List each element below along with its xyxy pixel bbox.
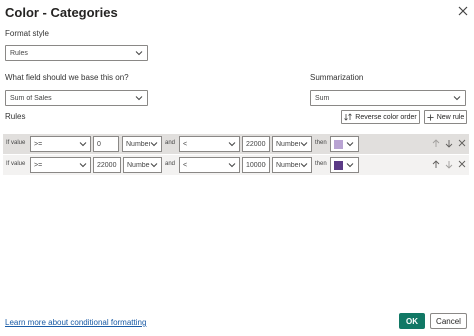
- operator-value: <: [183, 161, 188, 169]
- and-label: and: [165, 140, 176, 146]
- and-label: and: [165, 161, 176, 167]
- operator-value: <: [183, 140, 188, 148]
- plus-icon: [427, 113, 434, 121]
- chevron-down-icon: [150, 142, 158, 147]
- chevron-down-icon: [79, 163, 87, 168]
- operator-select[interactable]: >=: [30, 157, 91, 173]
- chevron-down-icon: [346, 142, 354, 147]
- cancel-button[interactable]: Cancel: [430, 313, 467, 329]
- ok-button[interactable]: OK: [399, 313, 425, 329]
- min-value: 22000: [97, 161, 117, 169]
- chevron-down-icon: [135, 96, 143, 101]
- chevron-down-icon: [135, 51, 143, 56]
- rules-label: Rules: [5, 112, 26, 121]
- if-value-label: If value: [6, 140, 26, 146]
- color-picker[interactable]: [330, 136, 359, 152]
- min-value: 0: [97, 140, 101, 148]
- summarization-value: Sum: [315, 94, 330, 102]
- min-value-input[interactable]: 0: [93, 136, 119, 152]
- max-type-value: Number: [276, 161, 300, 169]
- move-up-icon[interactable]: [432, 139, 440, 148]
- delete-rule-icon[interactable]: [458, 160, 466, 168]
- chevron-down-icon: [150, 163, 158, 168]
- base-field-select[interactable]: Sum of Sales: [5, 90, 148, 106]
- min-type-value: Number: [126, 140, 150, 148]
- chevron-down-icon: [79, 142, 87, 147]
- operator-select[interactable]: >=: [30, 136, 91, 152]
- max-type-value: Number: [276, 140, 300, 148]
- format-style-select[interactable]: Rules: [5, 45, 148, 61]
- delete-rule-icon[interactable]: [458, 139, 466, 147]
- color-swatch: [334, 160, 343, 170]
- max-value-input[interactable]: 100000: [242, 157, 270, 173]
- max-value: 22000: [246, 140, 266, 148]
- min-value-input[interactable]: 22000: [93, 157, 121, 173]
- format-style-value: Rules: [10, 49, 28, 57]
- max-value-input[interactable]: 22000: [242, 136, 270, 152]
- format-style-label: Format style: [5, 29, 50, 38]
- if-value-label: If value: [6, 161, 26, 167]
- reverse-color-order-label: Reverse color order: [355, 113, 417, 121]
- base-field-label: What field should we base this on?: [5, 73, 129, 82]
- chevron-down-icon: [228, 163, 236, 168]
- dialog-title: Color - Categories: [5, 5, 118, 20]
- chevron-down-icon: [346, 163, 354, 168]
- min-type-select[interactable]: Number: [122, 136, 162, 152]
- close-icon[interactable]: [457, 5, 469, 17]
- move-down-icon[interactable]: [445, 139, 453, 148]
- color-swatch: [334, 139, 343, 149]
- move-up-icon[interactable]: [432, 160, 440, 169]
- max-value: 100000: [246, 161, 266, 169]
- chevron-down-icon: [228, 142, 236, 147]
- reverse-icon: [344, 113, 353, 121]
- operator-select[interactable]: <: [179, 157, 240, 173]
- summarization-label: Summarization: [310, 73, 364, 82]
- operator-select[interactable]: <: [179, 136, 240, 152]
- then-label: then: [315, 161, 327, 167]
- learn-more-link[interactable]: Learn more about conditional formatting: [5, 318, 146, 327]
- new-rule-button[interactable]: New rule: [424, 110, 467, 124]
- rule-row: If value >= 22000 Number and < 100000 Nu…: [3, 155, 469, 175]
- chevron-down-icon: [453, 96, 461, 101]
- then-label: then: [315, 140, 327, 146]
- rule-row: If value >= 0 Number and < 22000 Number …: [3, 134, 469, 154]
- color-picker[interactable]: [330, 157, 359, 173]
- reverse-color-order-button[interactable]: Reverse color order: [341, 110, 420, 124]
- chevron-down-icon: [300, 163, 308, 168]
- max-type-select[interactable]: Number: [272, 157, 312, 173]
- operator-value: >=: [34, 161, 43, 169]
- max-type-select[interactable]: Number: [272, 136, 312, 152]
- operator-value: >=: [34, 140, 43, 148]
- summarization-select[interactable]: Sum: [310, 90, 466, 106]
- base-field-value: Sum of Sales: [10, 94, 52, 102]
- move-down-icon[interactable]: [445, 160, 453, 169]
- new-rule-label: New rule: [436, 113, 465, 121]
- chevron-down-icon: [300, 142, 308, 147]
- min-type-value: Number: [127, 161, 150, 169]
- min-type-select[interactable]: Number: [123, 157, 162, 173]
